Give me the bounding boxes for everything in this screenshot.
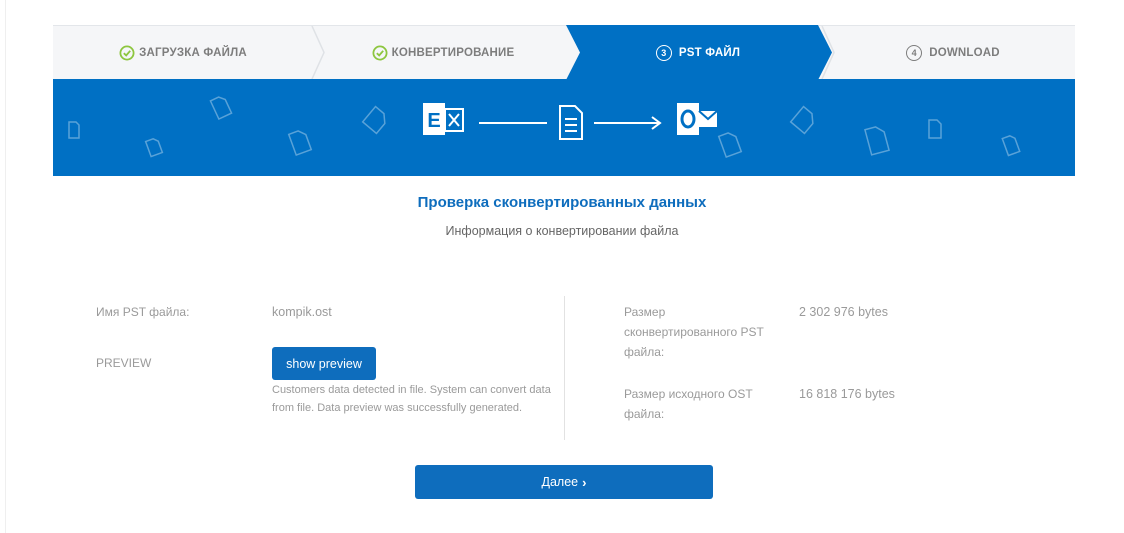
preview-label: PREVIEW <box>96 356 152 370</box>
step-label: ЗАГРУЗКА ФАЙЛА <box>139 46 247 59</box>
preview-note: Customers data detected in file. System … <box>272 384 551 414</box>
pst-name-value: kompik.ost <box>272 305 332 319</box>
file-decoration-icon <box>68 121 80 139</box>
page-title: Проверка сконвертированных данных <box>417 194 707 211</box>
svg-text:E: E <box>427 110 440 132</box>
source-size-value: 16 818 176 bytes <box>799 387 895 401</box>
file-decoration-icon <box>287 130 313 157</box>
conversion-flow: E <box>423 103 718 140</box>
file-decoration-icon <box>209 96 233 121</box>
next-button-label: Далее <box>541 475 579 489</box>
page-subtitle: Информация о конвертировании файла <box>445 224 679 238</box>
step-label: DOWNLOAD <box>929 46 1000 59</box>
chevron-right-icon: › <box>582 474 587 490</box>
step-label: КОНВЕРТИРОВАНИЕ <box>391 46 515 59</box>
step-upload[interactable]: ЗАГРУЗКА ФАЙЛА <box>53 26 313 79</box>
file-decoration-icon <box>144 137 164 158</box>
step-number: 3 <box>655 44 672 61</box>
converted-size-value: 2 302 976 bytes <box>799 305 888 319</box>
file-decoration-icon <box>789 105 814 135</box>
file-decoration-icon <box>361 105 386 135</box>
wizard: ЗАГРУЗКА ФАЙЛА КОНВЕРТИРОВАНИЕ 3 PST ФАЙ… <box>53 25 1075 176</box>
conversion-banner: E <box>53 79 1075 176</box>
exchange-icon: E <box>423 103 464 135</box>
step-number: 4 <box>906 44 923 61</box>
outlook-icon <box>677 103 718 135</box>
check-circle-icon <box>372 45 388 61</box>
step-convert[interactable]: КОНВЕРТИРОВАНИЕ <box>318 26 568 79</box>
pst-name-label: Имя PST файла: <box>96 305 190 319</box>
next-button[interactable]: Далее › <box>415 465 713 499</box>
converted-size-label: Размер сконвертированного PST файла: <box>624 305 764 359</box>
show-preview-button[interactable]: show preview <box>272 347 376 380</box>
file-decoration-icon <box>928 119 942 139</box>
source-size-label: Размер исходного OST файла: <box>624 387 753 421</box>
left-border <box>0 0 6 533</box>
check-circle-icon <box>119 45 135 61</box>
steps-bar: ЗАГРУЗКА ФАЙЛА КОНВЕРТИРОВАНИЕ 3 PST ФАЙ… <box>53 25 1075 80</box>
step-pst-file[interactable]: 3 PST ФАЙЛ <box>578 26 818 79</box>
column-divider <box>564 296 565 440</box>
step-download[interactable]: 4 DOWNLOAD <box>833 26 1073 79</box>
arrow-right <box>594 116 662 130</box>
document-icon <box>559 105 583 140</box>
step-label: PST ФАЙЛ <box>678 46 741 59</box>
file-decoration-icon <box>1001 135 1021 157</box>
file-decoration-icon <box>864 126 890 156</box>
